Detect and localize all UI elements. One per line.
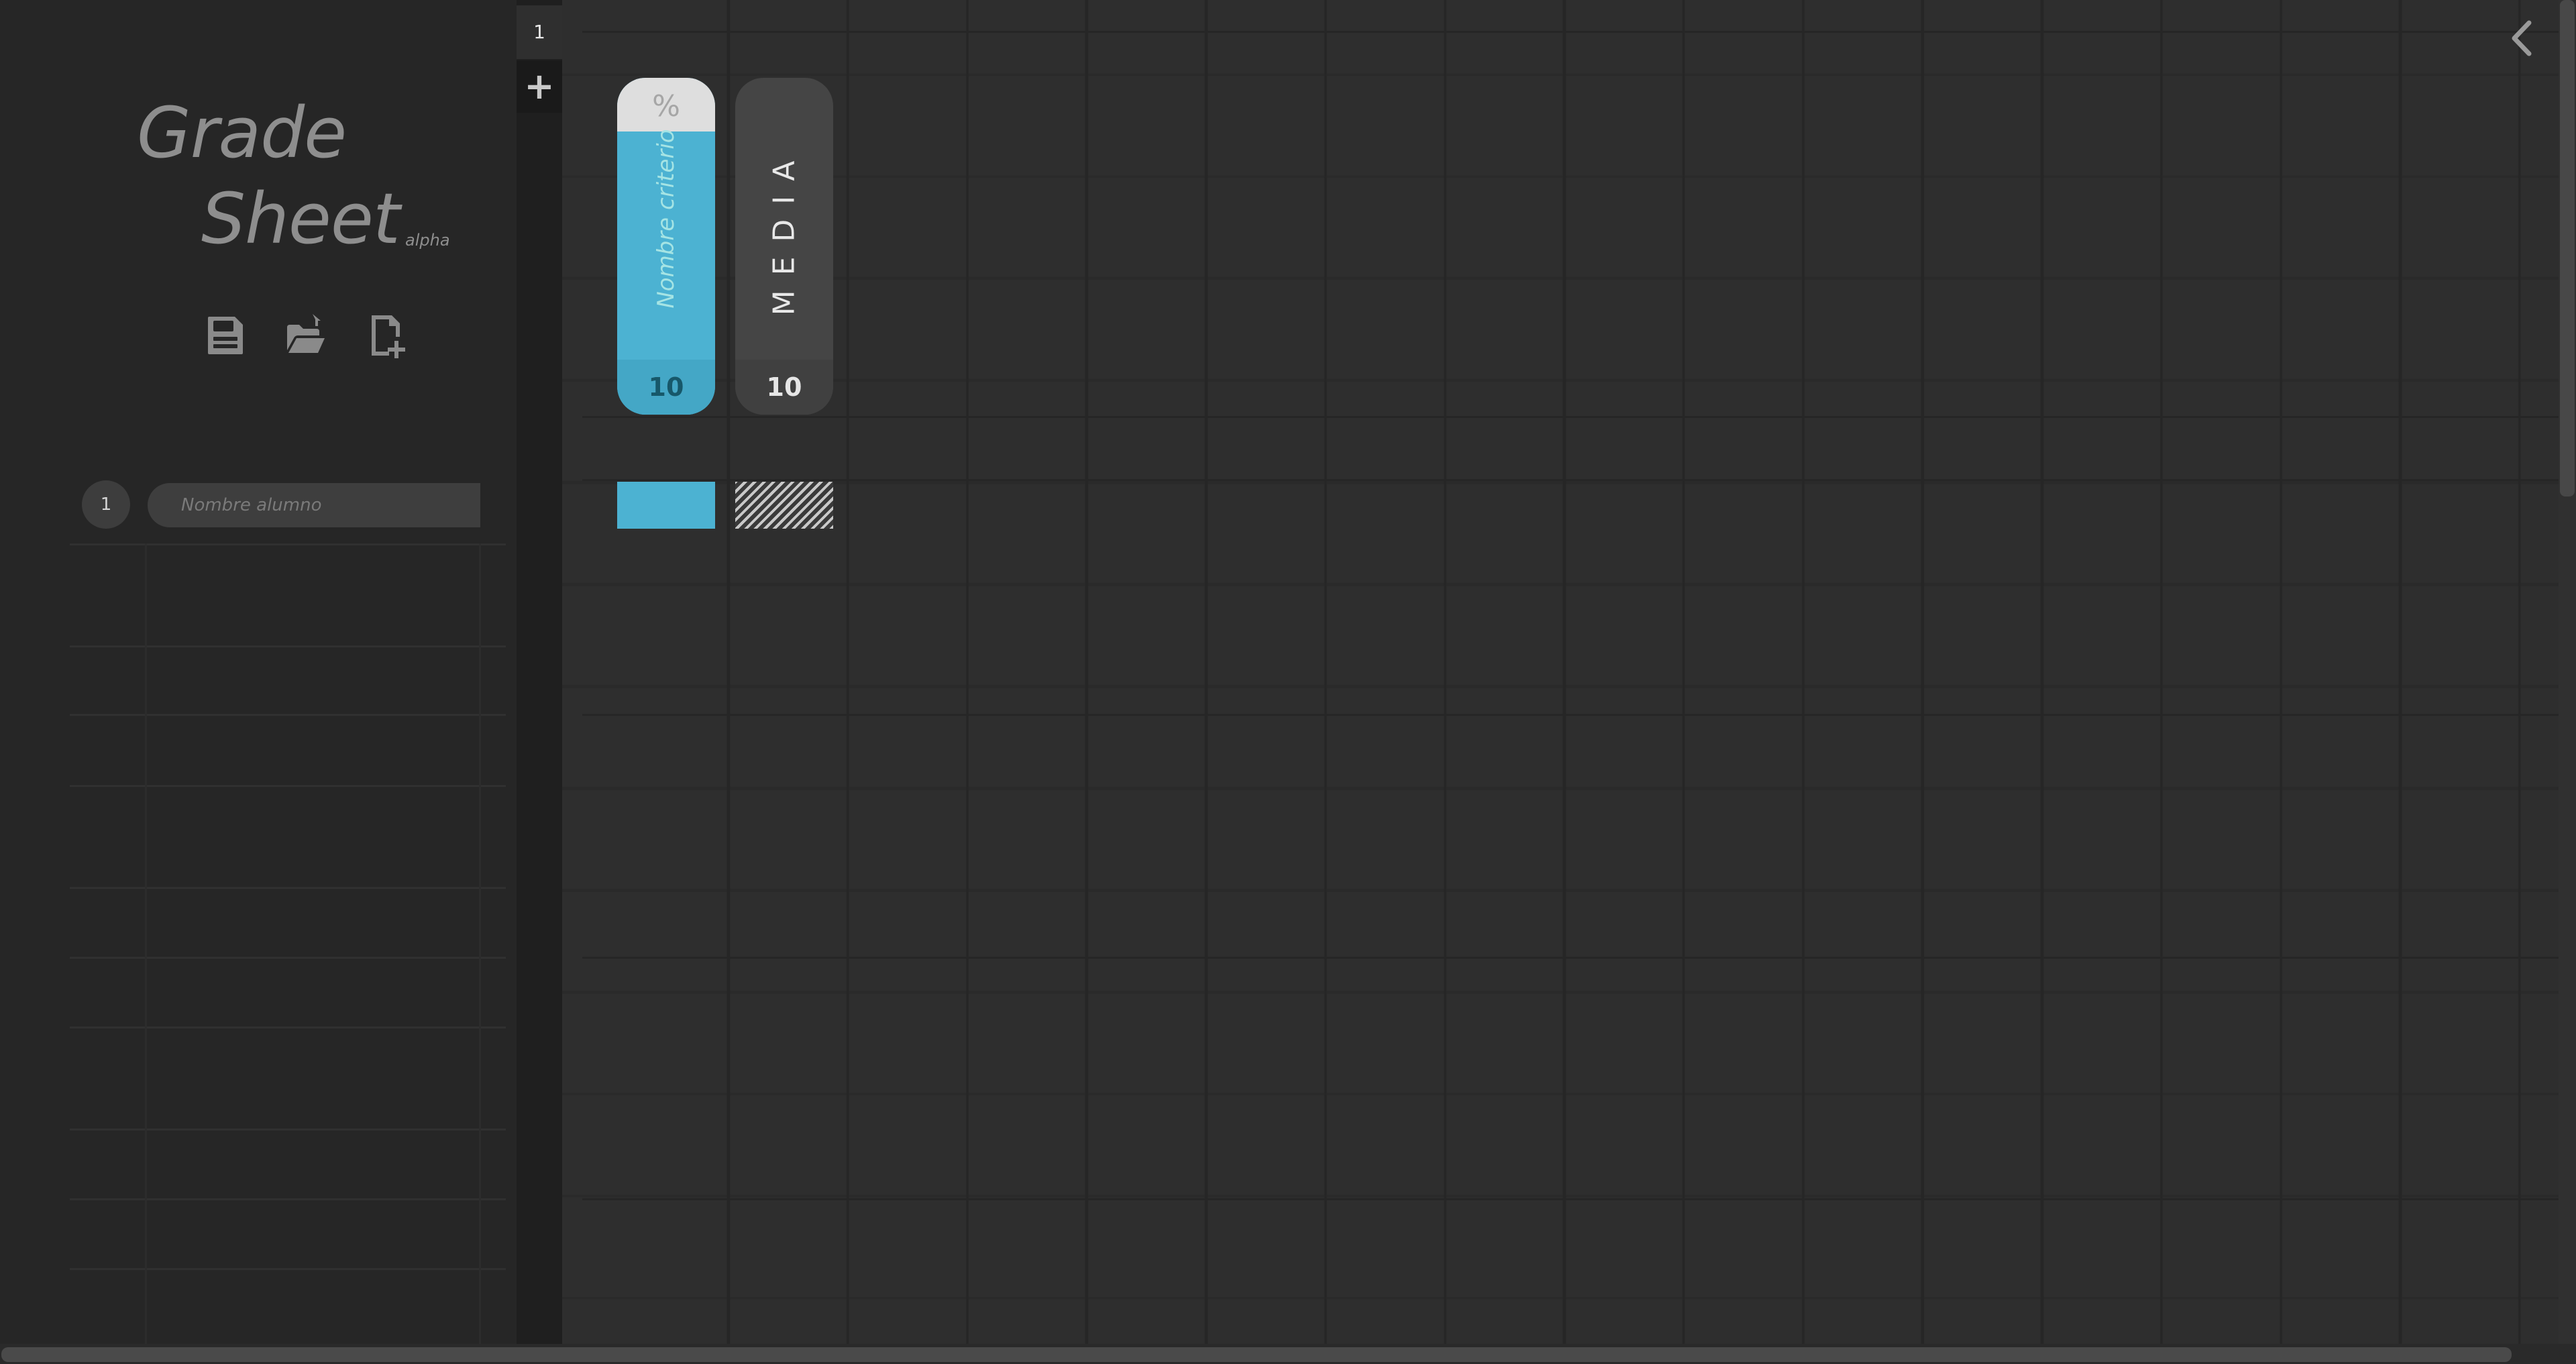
sidebar: Grade Sheet alpha 1 bbox=[0, 0, 562, 1344]
tab-strip bbox=[517, 0, 562, 1344]
criterion-column-header: % Nombre criterio 10 bbox=[617, 78, 715, 415]
media-cell bbox=[735, 482, 833, 529]
open-button[interactable] bbox=[280, 310, 331, 361]
vertical-scrollbar-thumb[interactable] bbox=[2560, 0, 2575, 496]
app-root: Grade Sheet alpha 1 Nombre alumno 1 + % … bbox=[0, 0, 2576, 1364]
criterion-percent-button[interactable]: % bbox=[617, 78, 715, 132]
student-name-input[interactable] bbox=[148, 483, 480, 527]
sidebar-row-line bbox=[70, 1268, 506, 1270]
criterion-name-placeholder: Nombre criterio bbox=[653, 129, 680, 309]
sidebar-row-line bbox=[70, 785, 506, 787]
chevron-left-icon bbox=[2512, 20, 2532, 56]
grid-row-line bbox=[582, 416, 2576, 418]
grid-row-line bbox=[582, 1198, 2576, 1200]
collapse-panel-button[interactable] bbox=[2502, 15, 2542, 62]
criterion-max-grade[interactable]: 10 bbox=[617, 360, 715, 415]
media-column-header: MEDIA 10 bbox=[735, 78, 833, 415]
sidebar-row-line bbox=[70, 714, 506, 716]
logo-title-line1: Grade bbox=[137, 92, 347, 174]
grid-row-line bbox=[582, 31, 2576, 33]
sidebar-column-line bbox=[479, 543, 481, 1344]
new-document-icon bbox=[372, 315, 405, 358]
sidebar-row-line bbox=[70, 887, 506, 889]
grid-row-line bbox=[582, 479, 2576, 481]
media-label: MEDIA bbox=[767, 146, 802, 316]
sidebar-row-line bbox=[70, 543, 506, 545]
sidebar-row-line bbox=[70, 1129, 506, 1131]
logo-title-line2: Sheet bbox=[201, 178, 400, 260]
sidebar-row-line bbox=[70, 1198, 506, 1200]
sidebar-row-line bbox=[70, 645, 506, 647]
horizontal-scrollbar-thumb[interactable] bbox=[1, 1347, 2512, 1362]
media-max-grade: 10 bbox=[735, 360, 833, 415]
tab-sheet-1[interactable]: 1 bbox=[517, 5, 562, 59]
criterion-name-field[interactable]: Nombre criterio bbox=[617, 129, 715, 309]
version-tag: alpha bbox=[405, 231, 450, 250]
add-sheet-tab-button[interactable]: + bbox=[517, 60, 562, 113]
student-number-badge: 1 bbox=[82, 480, 130, 529]
sidebar-row-line bbox=[70, 1027, 506, 1029]
grid-row-line bbox=[582, 714, 2576, 716]
grade-grid bbox=[562, 0, 2576, 1344]
grade-cell[interactable] bbox=[617, 482, 715, 529]
sidebar-column-line bbox=[145, 543, 147, 1344]
sidebar-row-line bbox=[70, 957, 506, 959]
folder-open-icon bbox=[287, 314, 325, 353]
new-sheet-button[interactable] bbox=[362, 310, 413, 361]
save-icon bbox=[208, 317, 243, 354]
grid-row-line bbox=[582, 957, 2576, 959]
save-button[interactable] bbox=[200, 310, 251, 361]
